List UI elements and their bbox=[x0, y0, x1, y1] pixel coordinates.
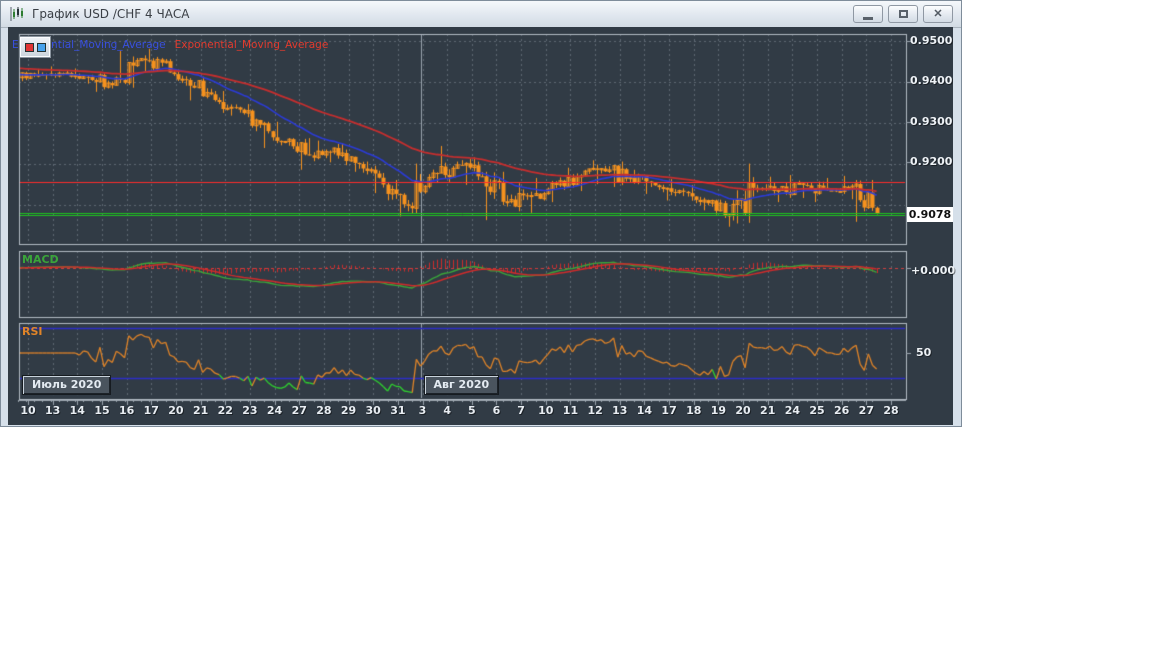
time-axis-label: 15 bbox=[94, 404, 110, 417]
time-axis-label: 31 bbox=[390, 404, 406, 417]
time-axis-label: 6 bbox=[492, 404, 501, 417]
time-axis-label: 17 bbox=[143, 404, 159, 417]
ema-fast-swatch[interactable] bbox=[36, 42, 46, 52]
time-axis-label: 27 bbox=[291, 404, 307, 417]
time-axis-label: 12 bbox=[587, 404, 603, 417]
macd-panel-label: MACD bbox=[22, 253, 59, 266]
time-axis-label: 22 bbox=[217, 404, 233, 417]
time-axis-label: 3 bbox=[418, 404, 427, 417]
time-axis-label: 28 bbox=[316, 404, 332, 417]
time-axis-label: 11 bbox=[562, 404, 579, 417]
rsi-panel-label: RSI bbox=[22, 325, 43, 338]
time-axis-label: 28 bbox=[883, 404, 899, 417]
close-icon: ✕ bbox=[933, 7, 943, 20]
month-tag: Июль 2020 bbox=[23, 376, 111, 394]
time-axis-label: 24 bbox=[784, 404, 801, 417]
time-axis-label: 27 bbox=[858, 404, 874, 417]
time-axis-label: 20 bbox=[168, 404, 184, 417]
time-axis-label: 16 bbox=[118, 404, 135, 417]
window-title: График USD /CHF 4 ЧАСА bbox=[32, 7, 190, 21]
rsi-mid-value: 50 bbox=[916, 346, 932, 359]
time-axis-label: 21 bbox=[760, 404, 776, 417]
minimize-button[interactable] bbox=[853, 5, 883, 23]
time-axis-label: 26 bbox=[834, 404, 850, 417]
ema-slow-swatch[interactable] bbox=[24, 42, 34, 52]
window-controls: ✕ bbox=[853, 5, 953, 23]
time-axis-label: 20 bbox=[735, 404, 751, 417]
time-axis-label: 13 bbox=[612, 404, 628, 417]
time-axis-label: 4 bbox=[443, 404, 451, 417]
restore-button[interactable] bbox=[888, 5, 918, 23]
price-axis-label: 0.9400 bbox=[910, 74, 953, 88]
time-axis-label: 7 bbox=[517, 404, 525, 417]
chart-client-area: Exponential_Moving_Average Exponential_M… bbox=[8, 27, 956, 425]
time-axis-label: 19 bbox=[710, 404, 727, 417]
time-axis-label: 10 bbox=[20, 404, 36, 417]
chart-canvas[interactable] bbox=[8, 27, 953, 425]
minimize-icon bbox=[863, 16, 873, 20]
chart-icon bbox=[9, 6, 25, 22]
time-axis-label: 10 bbox=[538, 404, 554, 417]
time-axis-label: 5 bbox=[467, 404, 476, 417]
time-axis-label: 21 bbox=[192, 404, 209, 417]
restore-icon bbox=[898, 10, 908, 18]
current-price-tag: 0.9078 bbox=[907, 207, 953, 222]
indicator-legend: Exponential_Moving_Average Exponential_M… bbox=[12, 39, 328, 51]
price-axis-label: 0.9200 bbox=[910, 154, 953, 168]
legend-swatch-box[interactable] bbox=[20, 37, 50, 57]
desktop: График USD /CHF 4 ЧАСА ✕ Exponential_Mov… bbox=[0, 0, 1152, 648]
time-axis-label: 14 bbox=[69, 404, 85, 417]
chart-window: График USD /CHF 4 ЧАСА ✕ Exponential_Mov… bbox=[0, 0, 962, 427]
price-axis-label: 0.9300 bbox=[910, 114, 953, 128]
time-axis-label: 29 bbox=[340, 404, 357, 417]
time-axis-label: 14 bbox=[636, 404, 653, 417]
month-tag: Авг 2020 bbox=[424, 376, 499, 394]
close-button[interactable]: ✕ bbox=[923, 5, 953, 23]
time-axis-label: 18 bbox=[686, 404, 702, 417]
time-axis-label: 23 bbox=[242, 404, 258, 417]
legend-ema-slow-label: Exponential_Moving_Average bbox=[174, 39, 329, 51]
time-axis-label: 25 bbox=[809, 404, 825, 417]
time-axis-label: 24 bbox=[266, 404, 283, 417]
time-axis-label: 30 bbox=[365, 404, 381, 417]
time-axis-label: 17 bbox=[661, 404, 677, 417]
title-bar[interactable]: График USD /CHF 4 ЧАСА ✕ bbox=[1, 1, 961, 28]
macd-zero-value: +0.000 bbox=[911, 264, 956, 277]
time-axis-label: 13 bbox=[45, 404, 61, 417]
price-axis-label: 0.9500 bbox=[910, 34, 953, 47]
